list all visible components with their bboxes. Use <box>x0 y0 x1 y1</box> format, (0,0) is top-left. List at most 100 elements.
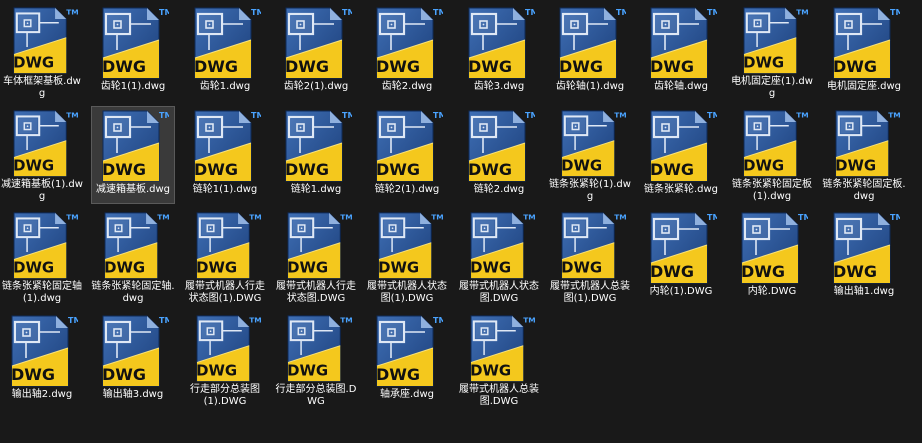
file-item[interactable]: TM DWG 电机固定座.dwg <box>822 3 906 101</box>
file-item[interactable]: TM DWG 输出轴1.dwg <box>822 208 906 306</box>
dwg-file-icon: TM DWG <box>559 7 626 79</box>
file-name: 齿轮轴.dwg <box>653 81 709 92</box>
trademark-text: TM <box>796 7 808 16</box>
file-name: 电机固定座.dwg <box>826 81 902 92</box>
dwg-badge-text: DWG <box>13 157 54 175</box>
trademark-text: TM <box>433 316 443 325</box>
file-name: 齿轮1.dwg <box>199 81 251 92</box>
dwg-badge-text: DWG <box>378 259 419 277</box>
file-item[interactable]: TM DWG 链条张紧轮固定轴.dwg <box>91 208 175 306</box>
file-item[interactable]: TM DWG 链条张紧轮(1).dwg <box>548 106 632 204</box>
dwg-file-icon: TM DWG <box>376 7 443 79</box>
dwg-badge-text: DWG <box>102 160 146 179</box>
dwg-badge-text: DWG <box>287 259 328 277</box>
dwg-badge-text: DWG <box>470 259 511 277</box>
trademark-text: TM <box>525 111 535 120</box>
file-name: 履带式机器人状态图.DWG <box>459 281 539 304</box>
trademark-text: TM <box>251 8 261 17</box>
dwg-file-icon: TM DWG <box>104 212 169 279</box>
file-item[interactable]: TM DWG 行走部分总装图.DWG <box>274 311 358 409</box>
file-item[interactable]: TM DWG 链轮2(1).dwg <box>365 106 449 204</box>
file-item[interactable]: TM DWG 输出轴2.dwg <box>0 311 84 409</box>
file-item[interactable]: TM DWG 轴承座.dwg <box>365 311 449 409</box>
file-item[interactable]: TM DWG 内轮.DWG <box>730 208 814 306</box>
dwg-file-icon: TM DWG <box>11 315 78 387</box>
file-name: 链条张紧轮固定轴(1).dwg <box>2 281 82 304</box>
dwg-badge-text: DWG <box>285 160 329 179</box>
file-item[interactable]: TM DWG 齿轮2.dwg <box>365 3 449 101</box>
dwg-file-icon: TM DWG <box>835 110 900 177</box>
file-item[interactable]: TM DWG 电机固定座(1).dwg <box>730 3 814 101</box>
dwg-file-icon: TM DWG <box>102 7 169 79</box>
file-item[interactable]: TM DWG 链轮2.dwg <box>457 106 541 204</box>
file-name: 齿轮3.dwg <box>473 81 525 92</box>
trademark-text: TM <box>340 315 352 324</box>
dwg-badge-text: DWG <box>376 160 420 179</box>
dwg-badge-text: DWG <box>102 57 146 76</box>
dwg-badge-text: DWG <box>741 262 785 281</box>
file-item[interactable]: TM DWG 齿轮轴.dwg <box>639 3 723 101</box>
file-item[interactable]: TM DWG 履带式机器人总装图.DWG <box>457 311 541 409</box>
file-item[interactable]: TM DWG 减速箱基板.dwg <box>91 106 175 204</box>
file-item[interactable]: TM DWG 履带式机器人行走状态图(1).DWG <box>183 208 267 306</box>
file-name: 内轮.DWG <box>747 286 797 297</box>
dwg-file-icon: TM DWG <box>833 212 900 284</box>
trademark-text: TM <box>433 8 443 17</box>
file-item[interactable]: TM DWG 车体框架基板.dwg <box>0 3 84 101</box>
file-item[interactable]: TM DWG 齿轮1(1).dwg <box>91 3 175 101</box>
file-name: 链条张紧轮固定板(1).dwg <box>732 179 812 202</box>
file-item[interactable]: TM DWG 减速箱基板(1).dwg <box>0 106 84 204</box>
file-item[interactable]: TM DWG 齿轮3.dwg <box>457 3 541 101</box>
trademark-text: TM <box>342 8 352 17</box>
file-name: 行走部分总装图(1).DWG <box>190 384 260 407</box>
dwg-file-icon: TM DWG <box>376 315 443 387</box>
file-item[interactable]: TM DWG 内轮(1).DWG <box>639 208 723 306</box>
dwg-badge-text: DWG <box>833 262 877 281</box>
file-item[interactable]: TM DWG 链轮1(1).dwg <box>183 106 267 204</box>
file-item[interactable]: TM DWG 齿轮1.dwg <box>183 3 267 101</box>
file-name: 输出轴1.dwg <box>833 286 895 297</box>
file-name: 链轮2(1).dwg <box>374 184 440 195</box>
dwg-badge-text: DWG <box>11 365 55 384</box>
dwg-badge-text: DWG <box>196 362 237 380</box>
trademark-text: TM <box>707 111 717 120</box>
dwg-file-icon: TM DWG <box>102 110 169 182</box>
file-item[interactable]: TM DWG 履带式机器人行走状态图.DWG <box>274 208 358 306</box>
trademark-text: TM <box>888 110 900 119</box>
file-item[interactable]: TM DWG 履带式机器人总装图(1).DWG <box>548 208 632 306</box>
file-item[interactable]: TM DWG 链条张紧轮.dwg <box>639 106 723 204</box>
dwg-badge-text: DWG <box>833 57 877 76</box>
file-item[interactable]: TM DWG 履带式机器人状态图.DWG <box>457 208 541 306</box>
file-name: 链条张紧轮固定轴.dwg <box>91 281 175 304</box>
dwg-badge-text: DWG <box>743 54 784 72</box>
file-grid: TM DWG 车体框架基板.dwg TM DWG 齿轮1(1).dwg TM D… <box>0 0 922 443</box>
trademark-text: TM <box>66 212 78 221</box>
dwg-file-icon: TM DWG <box>376 110 443 182</box>
dwg-file-icon: TM DWG <box>196 212 261 279</box>
dwg-badge-text: DWG <box>561 259 602 277</box>
dwg-file-icon: TM DWG <box>470 212 535 279</box>
trademark-text: TM <box>249 212 261 221</box>
dwg-file-icon: TM DWG <box>833 7 900 79</box>
file-name: 链轮2.dwg <box>473 184 525 195</box>
file-name: 内轮(1).DWG <box>649 286 713 297</box>
file-item[interactable]: TM DWG 齿轮轴(1).dwg <box>548 3 632 101</box>
file-name: 齿轮2(1).dwg <box>283 81 349 92</box>
file-name: 履带式机器人行走状态图(1).DWG <box>185 281 265 304</box>
file-item[interactable]: TM DWG 链轮1.dwg <box>274 106 358 204</box>
file-item[interactable]: TM DWG 输出轴3.dwg <box>91 311 175 409</box>
dwg-file-icon: TM DWG <box>468 7 535 79</box>
dwg-badge-text: DWG <box>376 57 420 76</box>
dwg-badge-text: DWG <box>287 362 328 380</box>
dwg-badge-text: DWG <box>194 57 238 76</box>
file-item[interactable]: TM DWG 链条张紧轮固定轴(1).dwg <box>0 208 84 306</box>
dwg-badge-text: DWG <box>835 157 876 175</box>
trademark-text: TM <box>707 8 717 17</box>
file-name: 减速箱基板(1).dwg <box>1 179 83 202</box>
file-item[interactable]: TM DWG 链条张紧轮固定板(1).dwg <box>730 106 814 204</box>
file-item[interactable]: TM DWG 行走部分总装图(1).DWG <box>183 311 267 409</box>
dwg-file-icon: TM DWG <box>13 110 78 177</box>
file-item[interactable]: TM DWG 链条张紧轮固定板.dwg <box>822 106 906 204</box>
file-item[interactable]: TM DWG 履带式机器人状态图(1).DWG <box>365 208 449 306</box>
file-item[interactable]: TM DWG 齿轮2(1).dwg <box>274 3 358 101</box>
